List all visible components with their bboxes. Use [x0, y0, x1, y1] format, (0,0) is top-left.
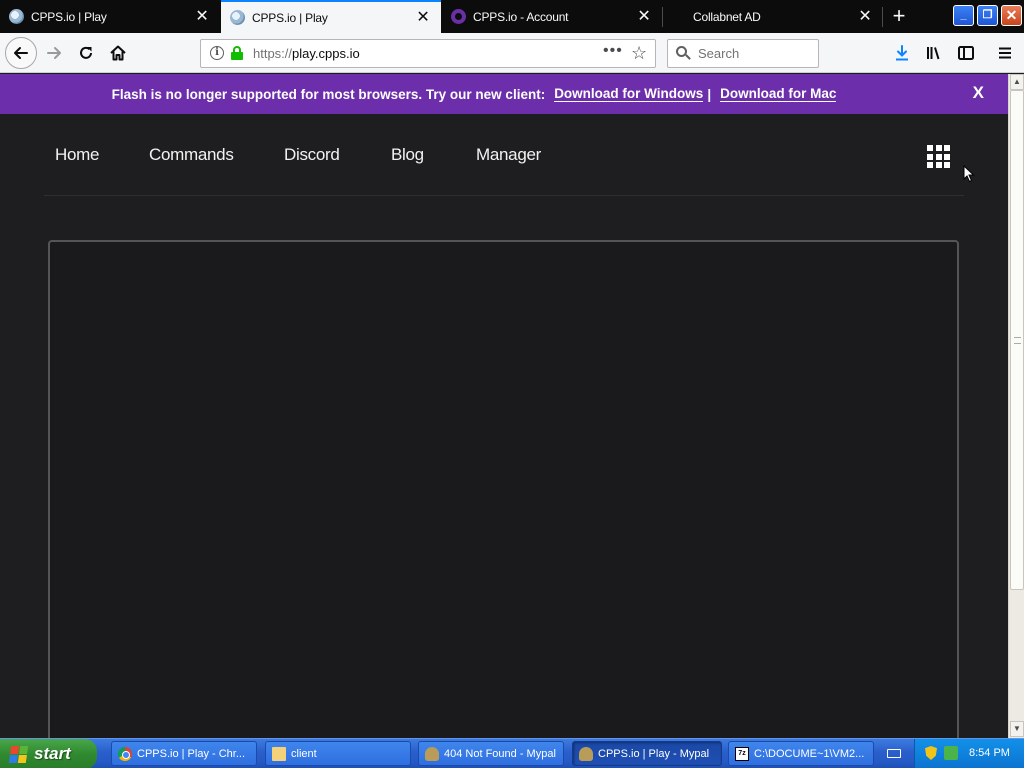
search-placeholder: Search — [698, 46, 740, 61]
taskbar-item-label: C:\DOCUME~1\VM2... — [754, 747, 865, 760]
library-button[interactable] — [920, 40, 948, 66]
vertical-scrollbar[interactable]: ▲ ▼ — [1008, 74, 1024, 738]
tab-strip: CPPS.io | Play ✕ CPPS.io | Play ✕ CPPS.i… — [0, 0, 1024, 33]
lock-icon[interactable] — [231, 46, 243, 60]
sidebar-button[interactable] — [952, 40, 980, 66]
taskbar-item-mypal-404[interactable]: 404 Not Found - Mypal — [418, 741, 564, 766]
forward-arrow-icon — [47, 47, 61, 59]
tab-title: CPPS.io | Play — [31, 9, 107, 24]
clock[interactable]: 8:54 PM — [969, 747, 1010, 759]
security-shield-icon[interactable] — [925, 746, 937, 760]
taskbar-item-label: client — [291, 747, 317, 760]
cpps-favicon-icon — [230, 10, 245, 25]
reload-button[interactable] — [72, 40, 100, 66]
desktop: CPPS.io | Play ✕ CPPS.io | Play ✕ CPPS.i… — [0, 0, 1024, 768]
home-icon — [110, 45, 126, 61]
reload-icon — [80, 46, 92, 59]
taskbar-item-label: CPPS.io | Play - Mypal — [598, 747, 710, 760]
page-actions-icon[interactable]: ••• — [603, 42, 623, 60]
account-favicon-icon — [451, 9, 466, 24]
taskbar-item-mypal-cpps[interactable]: CPPS.io | Play - Mypal — [572, 741, 722, 766]
tab-title: Collabnet AD — [693, 9, 761, 24]
search-bar[interactable]: Search — [667, 39, 819, 68]
system-tray: 8:54 PM — [914, 739, 1024, 768]
download-windows-link[interactable]: Download for Windows — [554, 86, 704, 102]
7zip-icon: 7z — [735, 746, 749, 761]
download-icon — [896, 45, 908, 61]
tab-close-icon[interactable]: ✕ — [636, 8, 652, 25]
nav-blog-link[interactable]: Blog — [391, 145, 424, 165]
site-navigation: Home Commands Discord Blog Manager — [44, 114, 964, 196]
game-client-frame[interactable] — [48, 240, 959, 738]
maximize-button[interactable]: ❐ — [977, 5, 998, 26]
back-arrow-icon — [14, 47, 28, 59]
tab-close-icon[interactable]: ✕ — [415, 9, 431, 26]
start-label: start — [34, 744, 71, 763]
tab-close-icon[interactable]: ✕ — [857, 8, 873, 25]
tab-title: CPPS.io | Play — [252, 10, 328, 25]
hamburger-menu-icon — [999, 47, 1011, 59]
forward-button[interactable] — [40, 40, 68, 66]
minimize-button[interactable]: _ — [953, 5, 974, 26]
tab-cpps-play-2[interactable]: CPPS.io | Play ✕ — [221, 0, 441, 33]
mypal-icon — [579, 746, 593, 761]
network-icon[interactable] — [944, 746, 958, 760]
taskbar-item-7zip[interactable]: 7z C:\DOCUME~1\VM2... — [728, 741, 874, 766]
site-info-icon[interactable]: i — [210, 46, 224, 60]
nav-manager-link[interactable]: Manager — [476, 145, 541, 165]
download-mac-link[interactable]: Download for Mac — [720, 86, 837, 102]
navigation-toolbar: i https://play.cpps.io ••• ☆ Search — [0, 33, 1024, 73]
flash-deprecation-banner: Flash is no longer supported for most br… — [0, 74, 1008, 114]
mypal-icon — [425, 746, 439, 761]
url-protocol: https:// — [253, 46, 293, 61]
taskbar-item-label: CPPS.io | Play - Chr... — [137, 747, 246, 760]
bookmark-star-icon[interactable]: ☆ — [631, 43, 647, 64]
taskbar-item-chrome[interactable]: CPPS.io | Play - Chr... — [111, 741, 257, 766]
url-text[interactable]: https://play.cpps.io — [253, 46, 360, 61]
nav-commands-link[interactable]: Commands — [149, 145, 234, 165]
apps-grid-icon[interactable] — [927, 145, 950, 168]
chrome-icon — [118, 746, 132, 761]
tab-title: CPPS.io - Account — [473, 9, 569, 24]
mouse-cursor-icon — [963, 165, 975, 183]
page-content: Flash is no longer supported for most br… — [0, 74, 1008, 738]
scrollbar-thumb[interactable] — [1010, 90, 1024, 590]
cpps-favicon-icon — [9, 9, 24, 24]
banner-separator: | — [707, 86, 712, 102]
banner-message: Flash is no longer supported for most br… — [111, 86, 546, 102]
banner-close-button[interactable]: X — [973, 83, 984, 103]
window-close-button[interactable]: ✕ — [1001, 5, 1022, 26]
new-tab-button[interactable]: + — [883, 0, 915, 33]
tab-cpps-account[interactable]: CPPS.io - Account ✕ — [442, 0, 662, 33]
url-bar[interactable]: i https://play.cpps.io ••• ☆ — [200, 39, 656, 68]
search-icon — [676, 46, 691, 60]
home-button[interactable] — [104, 40, 132, 66]
taskbar-item-label: 404 Not Found - Mypal — [444, 747, 556, 760]
nav-discord-link[interactable]: Discord — [284, 145, 340, 165]
windows-logo-icon — [8, 745, 29, 763]
back-button[interactable] — [5, 37, 37, 69]
folder-icon — [272, 746, 286, 761]
menu-button[interactable] — [991, 40, 1019, 66]
keyboard-icon[interactable] — [887, 749, 901, 758]
sidebar-icon — [958, 46, 974, 60]
tab-cpps-play-1[interactable]: CPPS.io | Play ✕ — [0, 0, 220, 33]
scroll-up-arrow-icon[interactable]: ▲ — [1010, 74, 1024, 90]
library-icon — [927, 47, 940, 60]
taskbar-item-client-folder[interactable]: client — [265, 741, 411, 766]
scroll-down-arrow-icon[interactable]: ▼ — [1010, 721, 1024, 737]
start-button[interactable]: start — [0, 739, 97, 768]
tab-collabnet[interactable]: Collabnet AD ✕ — [663, 0, 883, 33]
downloads-button[interactable] — [888, 40, 916, 66]
url-host: play.cpps.io — [292, 46, 360, 61]
tab-close-icon[interactable]: ✕ — [194, 8, 210, 25]
windows-taskbar: start CPPS.io | Play - Chr... client 404… — [0, 738, 1024, 768]
nav-home-link[interactable]: Home — [55, 145, 99, 165]
